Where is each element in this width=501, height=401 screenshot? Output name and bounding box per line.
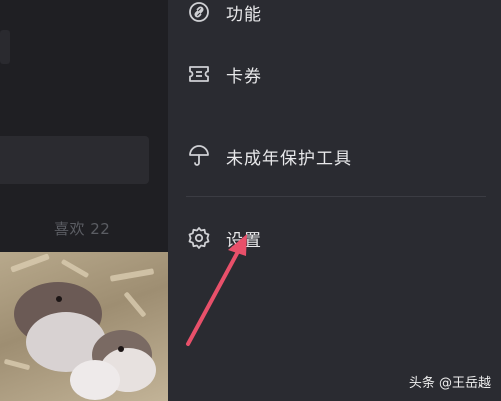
menu-item-minor-protection[interactable]: 未成年保护工具: [168, 136, 501, 176]
menu-item-label: 卡券: [226, 66, 262, 87]
link-icon: [186, 0, 212, 25]
source-watermark: 头条 @王岳越: [408, 376, 491, 391]
menu-item-label: 未成年保护工具: [226, 148, 352, 169]
umbrella-icon: [186, 143, 212, 169]
menu-divider: [186, 196, 486, 197]
menu-item-label: 功能: [226, 4, 262, 25]
menu-item-settings[interactable]: 设置: [168, 218, 501, 258]
profile-info-card: [0, 136, 149, 184]
gear-icon: [186, 225, 212, 251]
menu-item-coupons[interactable]: 卡券: [168, 54, 501, 94]
ticket-icon: [186, 61, 212, 87]
profile-background[interactable]: 喜欢 22: [0, 0, 168, 401]
side-menu-drawer: 功能 卡券 未成年保护工具 设置: [168, 0, 501, 401]
app-screen: 喜欢 22 功能 卡券 未成年保护工具 设置 头条 @王岳越: [0, 0, 501, 401]
profile-placeholder-block: [0, 30, 10, 64]
menu-item-features[interactable]: 功能: [168, 0, 501, 32]
hamster-photo-thumbnail[interactable]: [0, 252, 168, 401]
likes-count[interactable]: 喜欢 22: [54, 218, 110, 239]
menu-item-label: 设置: [226, 230, 262, 251]
